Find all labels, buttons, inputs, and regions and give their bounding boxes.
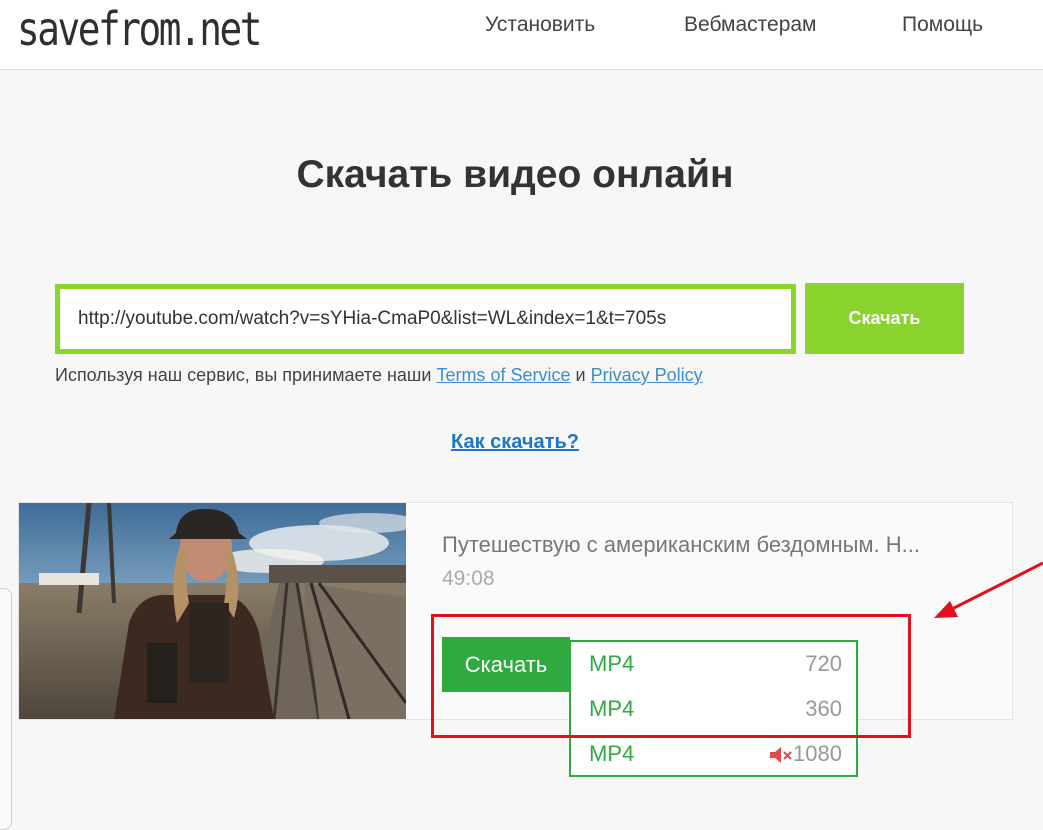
format-option-720[interactable]: MP4 720 <box>571 642 856 687</box>
nav-help[interactable]: Помощь <box>902 12 983 38</box>
side-panel-edge <box>0 588 12 830</box>
terms-of-service-link[interactable]: Terms of Service <box>436 365 570 385</box>
video-duration: 49:08 <box>442 567 495 590</box>
format-option-360[interactable]: MP4 360 <box>571 687 856 732</box>
page-title: Скачать видео онлайн <box>296 153 734 196</box>
video-title: Путешествую с американским бездомным. Н.… <box>442 532 920 557</box>
format-type: MP4 <box>589 741 635 766</box>
nav-install[interactable]: Установить <box>485 12 595 38</box>
format-quality: 360 <box>805 696 842 721</box>
howto-section: Как скачать? <box>0 429 1030 455</box>
format-type: MP4 <box>589 696 635 721</box>
terms-and-text: и <box>575 365 586 385</box>
format-dropdown: MP4 720 MP4 360 MP4 1080 <box>569 640 858 777</box>
privacy-policy-link[interactable]: Privacy Policy <box>591 365 703 385</box>
site-header: savefrom.net Установить Вебмастерам Помо… <box>0 0 1043 70</box>
format-option-1080[interactable]: MP4 1080 <box>571 732 856 777</box>
format-quality: 720 <box>805 651 842 676</box>
format-type: MP4 <box>589 651 635 676</box>
url-field-frame <box>55 284 796 354</box>
howto-link[interactable]: Как скачать? <box>451 431 579 453</box>
site-logo[interactable]: savefrom.net <box>17 0 262 60</box>
download-button[interactable]: Скачать <box>442 637 570 692</box>
terms-notice: Используя наш сервис, вы принимаете наши… <box>55 364 703 386</box>
submit-download-button[interactable]: Скачать <box>805 283 964 354</box>
video-thumbnail[interactable] <box>19 503 406 719</box>
terms-text: Используя наш сервис, вы принимаете наши <box>55 365 432 385</box>
muted-speaker-icon <box>770 747 792 763</box>
url-input[interactable] <box>78 289 778 349</box>
nav-webmasters[interactable]: Вебмастерам <box>684 12 817 38</box>
format-quality: 1080 <box>793 741 842 766</box>
